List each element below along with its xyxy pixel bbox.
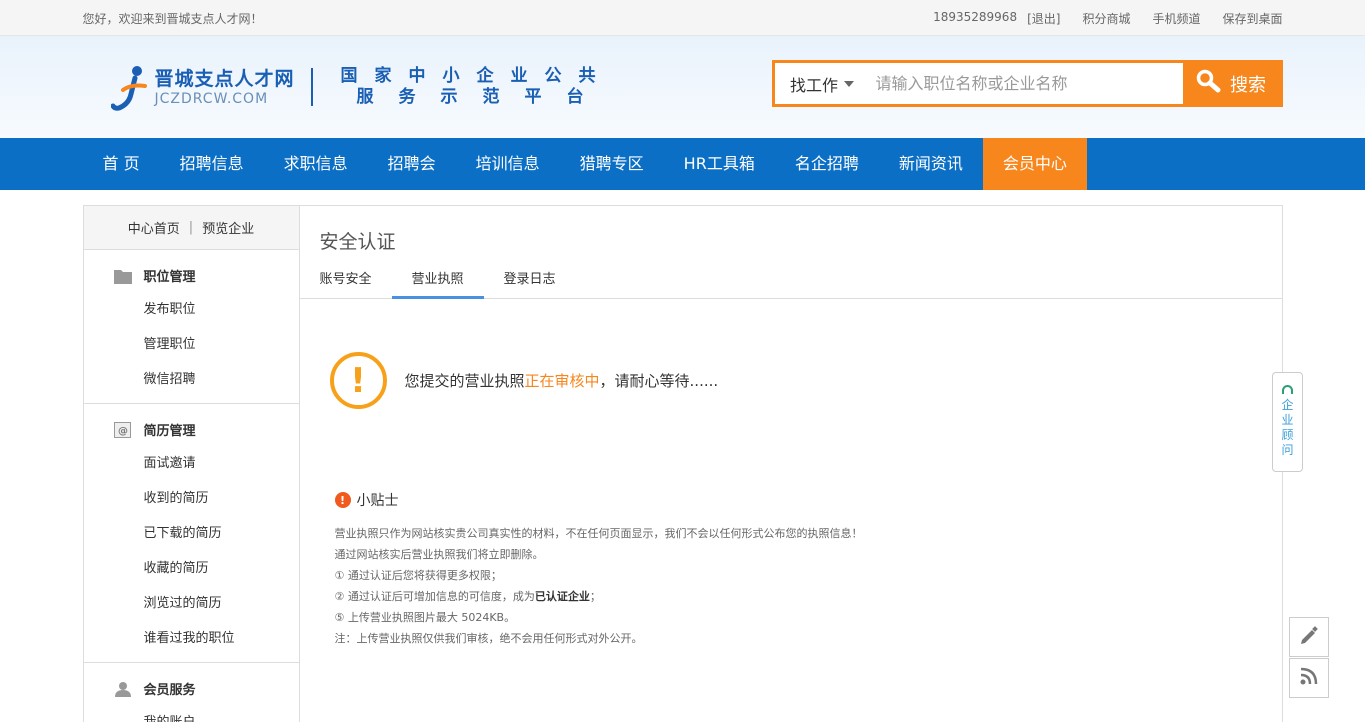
nav-item-recruitment-info[interactable]: 招聘信息 [160, 138, 264, 190]
search-box: 找工作 搜索 [771, 60, 1283, 107]
sidebar-group-title: @ 简历管理 [84, 413, 299, 446]
points-mall-link[interactable]: 积分商城 [1082, 10, 1130, 27]
link-separator: | [188, 220, 194, 235]
sidebar-item-interview-invites[interactable]: 面试邀请 [84, 446, 299, 481]
sidebar-item-my-account[interactable]: 我的账户 [84, 705, 299, 722]
tip-line: ⑤ 上传营业执照图片最大 5024KB。 [334, 611, 516, 624]
tab-bar: 账号安全 营业执照 登录日志 [300, 261, 576, 299]
nav-item-news[interactable]: 新闻资讯 [879, 138, 983, 190]
tips-title: ! 小贴士 [334, 490, 863, 510]
user-icon [114, 681, 132, 697]
folder-icon [113, 268, 132, 284]
site-logo[interactable]: 晋城支点人才网 JCZDRCW.COM [110, 64, 295, 112]
member-center-panel: 中心首页 | 预览企业 职位管理 发布职位 管理职位 微信招聘 @ 简历管理 面… [82, 205, 1283, 722]
nav-item-training[interactable]: 培训信息 [456, 138, 560, 190]
preview-company-link[interactable]: 预览企业 [202, 218, 254, 237]
sidebar-item-viewed-resumes[interactable]: 浏览过的简历 [84, 586, 299, 621]
tip-line: 营业执照只作为网站核实贵公司真实性的材料，不在任何页面显示，我们不会以任何形式公… [334, 527, 863, 540]
slogan: 国家中小企业公共 服务示范平台 [341, 66, 613, 108]
sidebar-item-saved-resumes[interactable]: 收藏的简历 [84, 551, 299, 586]
nav-item-headhunting[interactable]: 猎聘专区 [560, 138, 664, 190]
sidebar-item-manage-jobs[interactable]: 管理职位 [84, 327, 299, 362]
nav-item-hr-toolbox[interactable]: HR工具箱 [664, 138, 775, 190]
warning-dot-icon: ! [334, 492, 351, 508]
sidebar-top-links: 中心首页 | 预览企业 [83, 206, 299, 250]
search-icon [1196, 69, 1222, 98]
exclamation-circle-icon: ! [329, 352, 387, 409]
sidebar-group-member-services: 会员服务 我的账户 [84, 663, 299, 722]
nav-item-member-center[interactable]: 会员中心 [982, 138, 1087, 190]
sidebar-item-received-resumes[interactable]: 收到的简历 [84, 481, 299, 516]
rss-icon [1299, 666, 1319, 690]
sidebar-group-title: 职位管理 [84, 259, 299, 292]
headset-icon [1282, 385, 1293, 394]
verified-company-text: 已认证企业 [534, 590, 590, 603]
search-button[interactable]: 搜索 [1182, 63, 1280, 104]
svg-text:@: @ [118, 426, 128, 437]
center-home-link[interactable]: 中心首页 [128, 218, 180, 237]
sidebar-group-resumes: @ 简历管理 面试邀请 收到的简历 已下载的简历 收藏的简历 浏览过的简历 谁看… [83, 404, 299, 663]
top-bar: 您好，欢迎来到晋城支点人才网！ 18935289968 [退出] 积分商城 手机… [0, 0, 1365, 36]
save-to-desktop-link[interactable]: 保存到桌面 [1222, 10, 1282, 27]
content-header: 安全认证 账号安全 营业执照 登录日志 [299, 206, 1282, 299]
mobile-channel-link[interactable]: 手机频道 [1152, 10, 1200, 27]
site-header: 晋城支点人才网 JCZDRCW.COM 国家中小企业公共 服务示范平台 找工作 [0, 36, 1365, 138]
status-highlight: 正在审核中 [524, 372, 600, 390]
tab-business-license[interactable]: 营业执照 [391, 261, 484, 299]
sidebar: 中心首页 | 预览企业 职位管理 发布职位 管理职位 微信招聘 @ 简历管理 面… [83, 206, 300, 722]
sidebar-group-title: 会员服务 [84, 672, 299, 705]
search-button-label: 搜索 [1230, 74, 1266, 96]
welcome-text: 您好，欢迎来到晋城支点人才网！ [82, 11, 263, 26]
logout-link[interactable]: [退出] [1027, 10, 1060, 27]
nav-item-job-seeking-info[interactable]: 求职信息 [264, 138, 368, 190]
logo-chinese-name: 晋城支点人才网 [154, 68, 295, 90]
slogan-line-2: 服务示范平台 [356, 87, 609, 107]
content-area: 安全认证 账号安全 营业执照 登录日志 ! 您提交的营业执照正在审核中，请耐心等… [299, 206, 1282, 722]
tip-line: ② 通过认证后可增加信息的可信度，成为已认证企业； [334, 590, 601, 603]
nav-item-job-fair[interactable]: 招聘会 [368, 138, 456, 190]
rss-button[interactable] [1289, 658, 1329, 698]
main-nav: 首 页 招聘信息 求职信息 招聘会 培训信息 猎聘专区 HR工具箱 名企招聘 新… [0, 138, 1365, 190]
logo-figure-icon [110, 64, 151, 112]
sidebar-item-post-job[interactable]: 发布职位 [84, 292, 299, 327]
logo-divider [310, 68, 313, 106]
search-type-label: 找工作 [789, 75, 838, 95]
review-status: ! 您提交的营业执照正在审核中，请耐心等待...... [329, 352, 719, 409]
page-title: 安全认证 [319, 231, 396, 253]
tip-line: 注：上传营业执照仅供我们审核，绝不会用任何形式对外公开。 [334, 632, 643, 645]
slogan-line-1: 国家中小企业公共 [340, 66, 613, 86]
tip-line: 通过网站核实后营业执照我们将立即删除。 [334, 548, 544, 561]
edit-button[interactable] [1289, 617, 1329, 657]
sidebar-group-jobs: 职位管理 发布职位 管理职位 微信招聘 [83, 250, 299, 404]
edit-icon [1299, 625, 1319, 649]
search-input[interactable] [869, 63, 1183, 104]
nav-item-famous-companies[interactable]: 名企招聘 [775, 138, 879, 190]
logo-english-name: JCZDRCW.COM [154, 91, 269, 107]
tab-login-log[interactable]: 登录日志 [484, 261, 576, 299]
status-message: 您提交的营业执照正在审核中，请耐心等待...... [404, 372, 719, 390]
sidebar-item-downloaded-resumes[interactable]: 已下载的简历 [84, 516, 299, 551]
tab-account-security[interactable]: 账号安全 [300, 261, 392, 299]
caret-down-icon [844, 80, 854, 87]
sidebar-item-wechat-recruitment[interactable]: 微信招聘 [84, 362, 299, 397]
tip-line: ① 通过认证后您将获得更多权限； [334, 569, 502, 582]
sidebar-item-who-viewed-my-jobs[interactable]: 谁看过我的职位 [84, 621, 299, 656]
tips-section: ! 小贴士 营业执照只作为网站核实贵公司真实性的材料，不在任何页面显示，我们不会… [334, 490, 863, 649]
nav-item-home[interactable]: 首 页 [83, 138, 160, 190]
company-consultant-widget[interactable]: 企 业 顾 问 [1272, 372, 1303, 472]
search-type-select[interactable]: 找工作 [775, 63, 870, 104]
at-icon: @ [113, 421, 132, 438]
user-phone: 18935289968 [933, 9, 1018, 24]
